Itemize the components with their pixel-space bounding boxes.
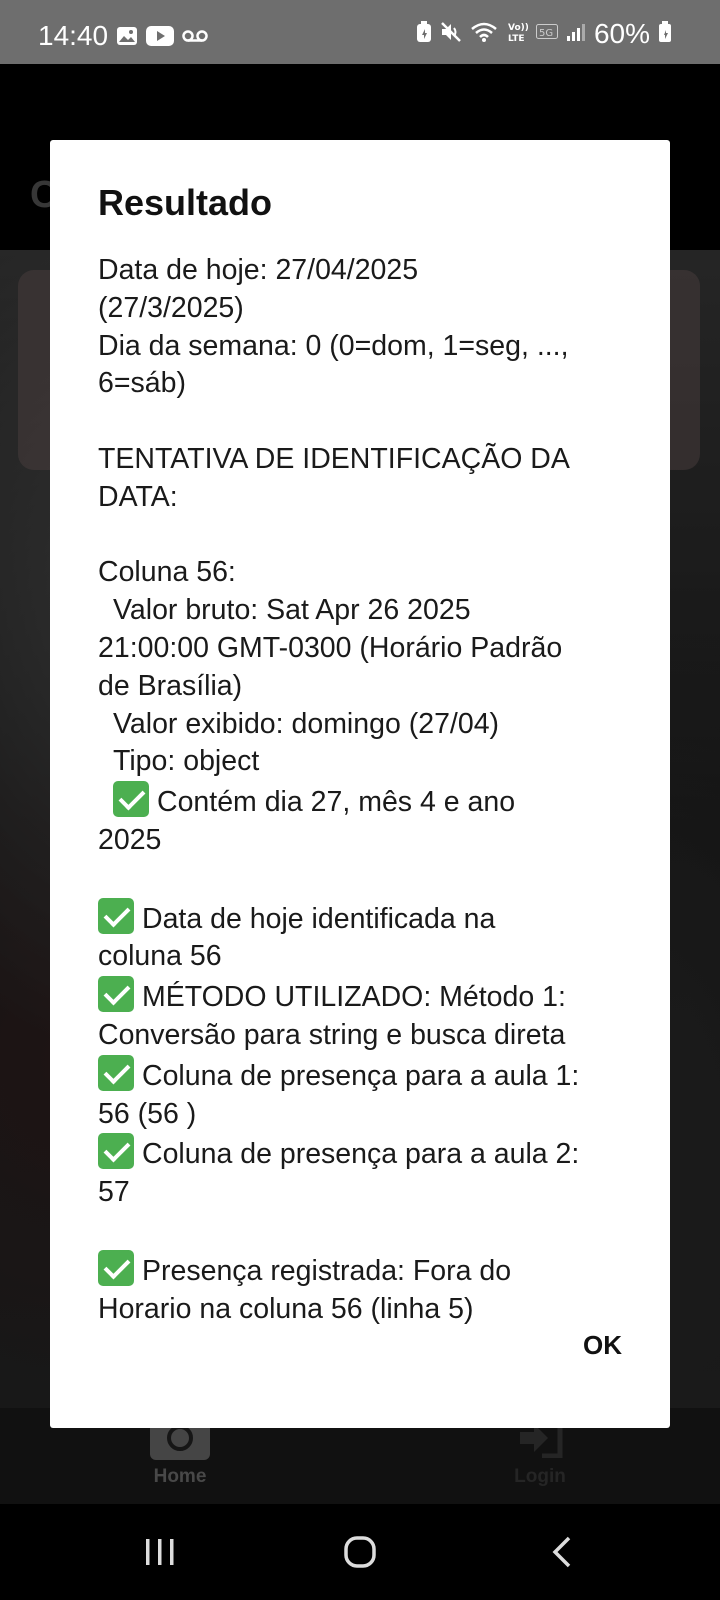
message-line: (27/3/2025)	[98, 291, 244, 324]
message-line: MÉTODO UTILIZADO: Método 1:	[98, 976, 638, 1017]
battery-saver-icon	[416, 20, 432, 48]
message-line	[98, 403, 638, 441]
check-mark-icon	[98, 1054, 134, 1091]
system-navigation-bar	[0, 1504, 720, 1600]
battery-percent: 60%	[593, 18, 650, 49]
message-line: Valor exibido: domingo (27/04)	[113, 707, 500, 740]
message-line: Presença registrada: Fora do	[98, 1249, 638, 1291]
message-line: Data de hoje identificada na	[98, 897, 638, 939]
message-line: de Brasília)	[98, 669, 243, 702]
message-line: Data de hoje: 27/04/2025	[98, 254, 419, 286]
wifi-icon	[470, 21, 498, 48]
check-mark-icon	[98, 976, 134, 1013]
result-dialog: Resultado Data de hoje: 27/04/2025 (27/3…	[50, 140, 670, 1428]
mute-icon	[440, 21, 462, 48]
battery-icon	[658, 20, 672, 48]
check-mark-icon	[98, 1249, 134, 1286]
dialog-message: Data de hoje: 27/04/2025 (27/3/2025) Dia…	[98, 252, 638, 1328]
back-button[interactable]	[540, 1532, 584, 1572]
message-line: Tipo: object	[113, 745, 260, 778]
home-button[interactable]	[338, 1532, 382, 1572]
message-line: coluna 56	[98, 940, 222, 973]
message-line: Conversão para string e busca direta	[98, 1018, 566, 1051]
message-line: Coluna 56:	[98, 556, 236, 589]
volte-icon: Vo)) LTE	[506, 20, 529, 49]
message-line: Coluna de presença para a aula 1:	[98, 1054, 638, 1096]
message-line: Contém dia 27, mês 4 e ano	[98, 781, 638, 822]
message-line: 6=sáb)	[98, 367, 186, 400]
signal-icon	[566, 22, 586, 47]
svg-text:LTE: LTE	[508, 34, 525, 44]
status-bar: 14:40 Vo)) LTE 5G 60%	[0, 0, 720, 64]
youtube-icon	[146, 26, 174, 51]
status-time: 14:40	[38, 20, 109, 51]
svg-text:5G: 5G	[539, 28, 553, 39]
recent-apps-button[interactable]	[138, 1532, 182, 1572]
gallery-icon	[116, 26, 138, 51]
ok-button[interactable]: OK	[583, 1330, 622, 1361]
message-line: 21:00:00 GMT-0300 (Horário Padrão	[98, 631, 563, 664]
dialog-title: Resultado	[98, 182, 273, 223]
message-line: 2025	[98, 823, 162, 856]
svg-text:Vo)): Vo))	[508, 23, 528, 33]
message-line: 56 (56 )	[98, 1097, 197, 1130]
check-mark-icon	[98, 1133, 134, 1170]
check-mark-icon	[113, 781, 149, 818]
message-line	[98, 1212, 638, 1250]
message-line: Dia da semana: 0 (0=dom, 1=seg, ...,	[98, 329, 569, 362]
5g-icon: 5G	[535, 23, 558, 45]
voicemail-icon	[182, 29, 208, 48]
check-mark-icon	[98, 897, 134, 934]
message-line: Horario na coluna 56 (linha 5)	[98, 1292, 474, 1325]
message-line	[98, 517, 638, 555]
message-line: DATA:	[98, 480, 178, 513]
message-line	[98, 860, 638, 898]
message-line: Coluna de presença para a aula 2:	[98, 1133, 638, 1174]
message-line: TENTATIVA DE IDENTIFICAÇÃO DA	[98, 442, 570, 475]
message-line: Valor bruto: Sat Apr 26 2025	[113, 594, 471, 627]
message-line: 57	[98, 1176, 130, 1209]
